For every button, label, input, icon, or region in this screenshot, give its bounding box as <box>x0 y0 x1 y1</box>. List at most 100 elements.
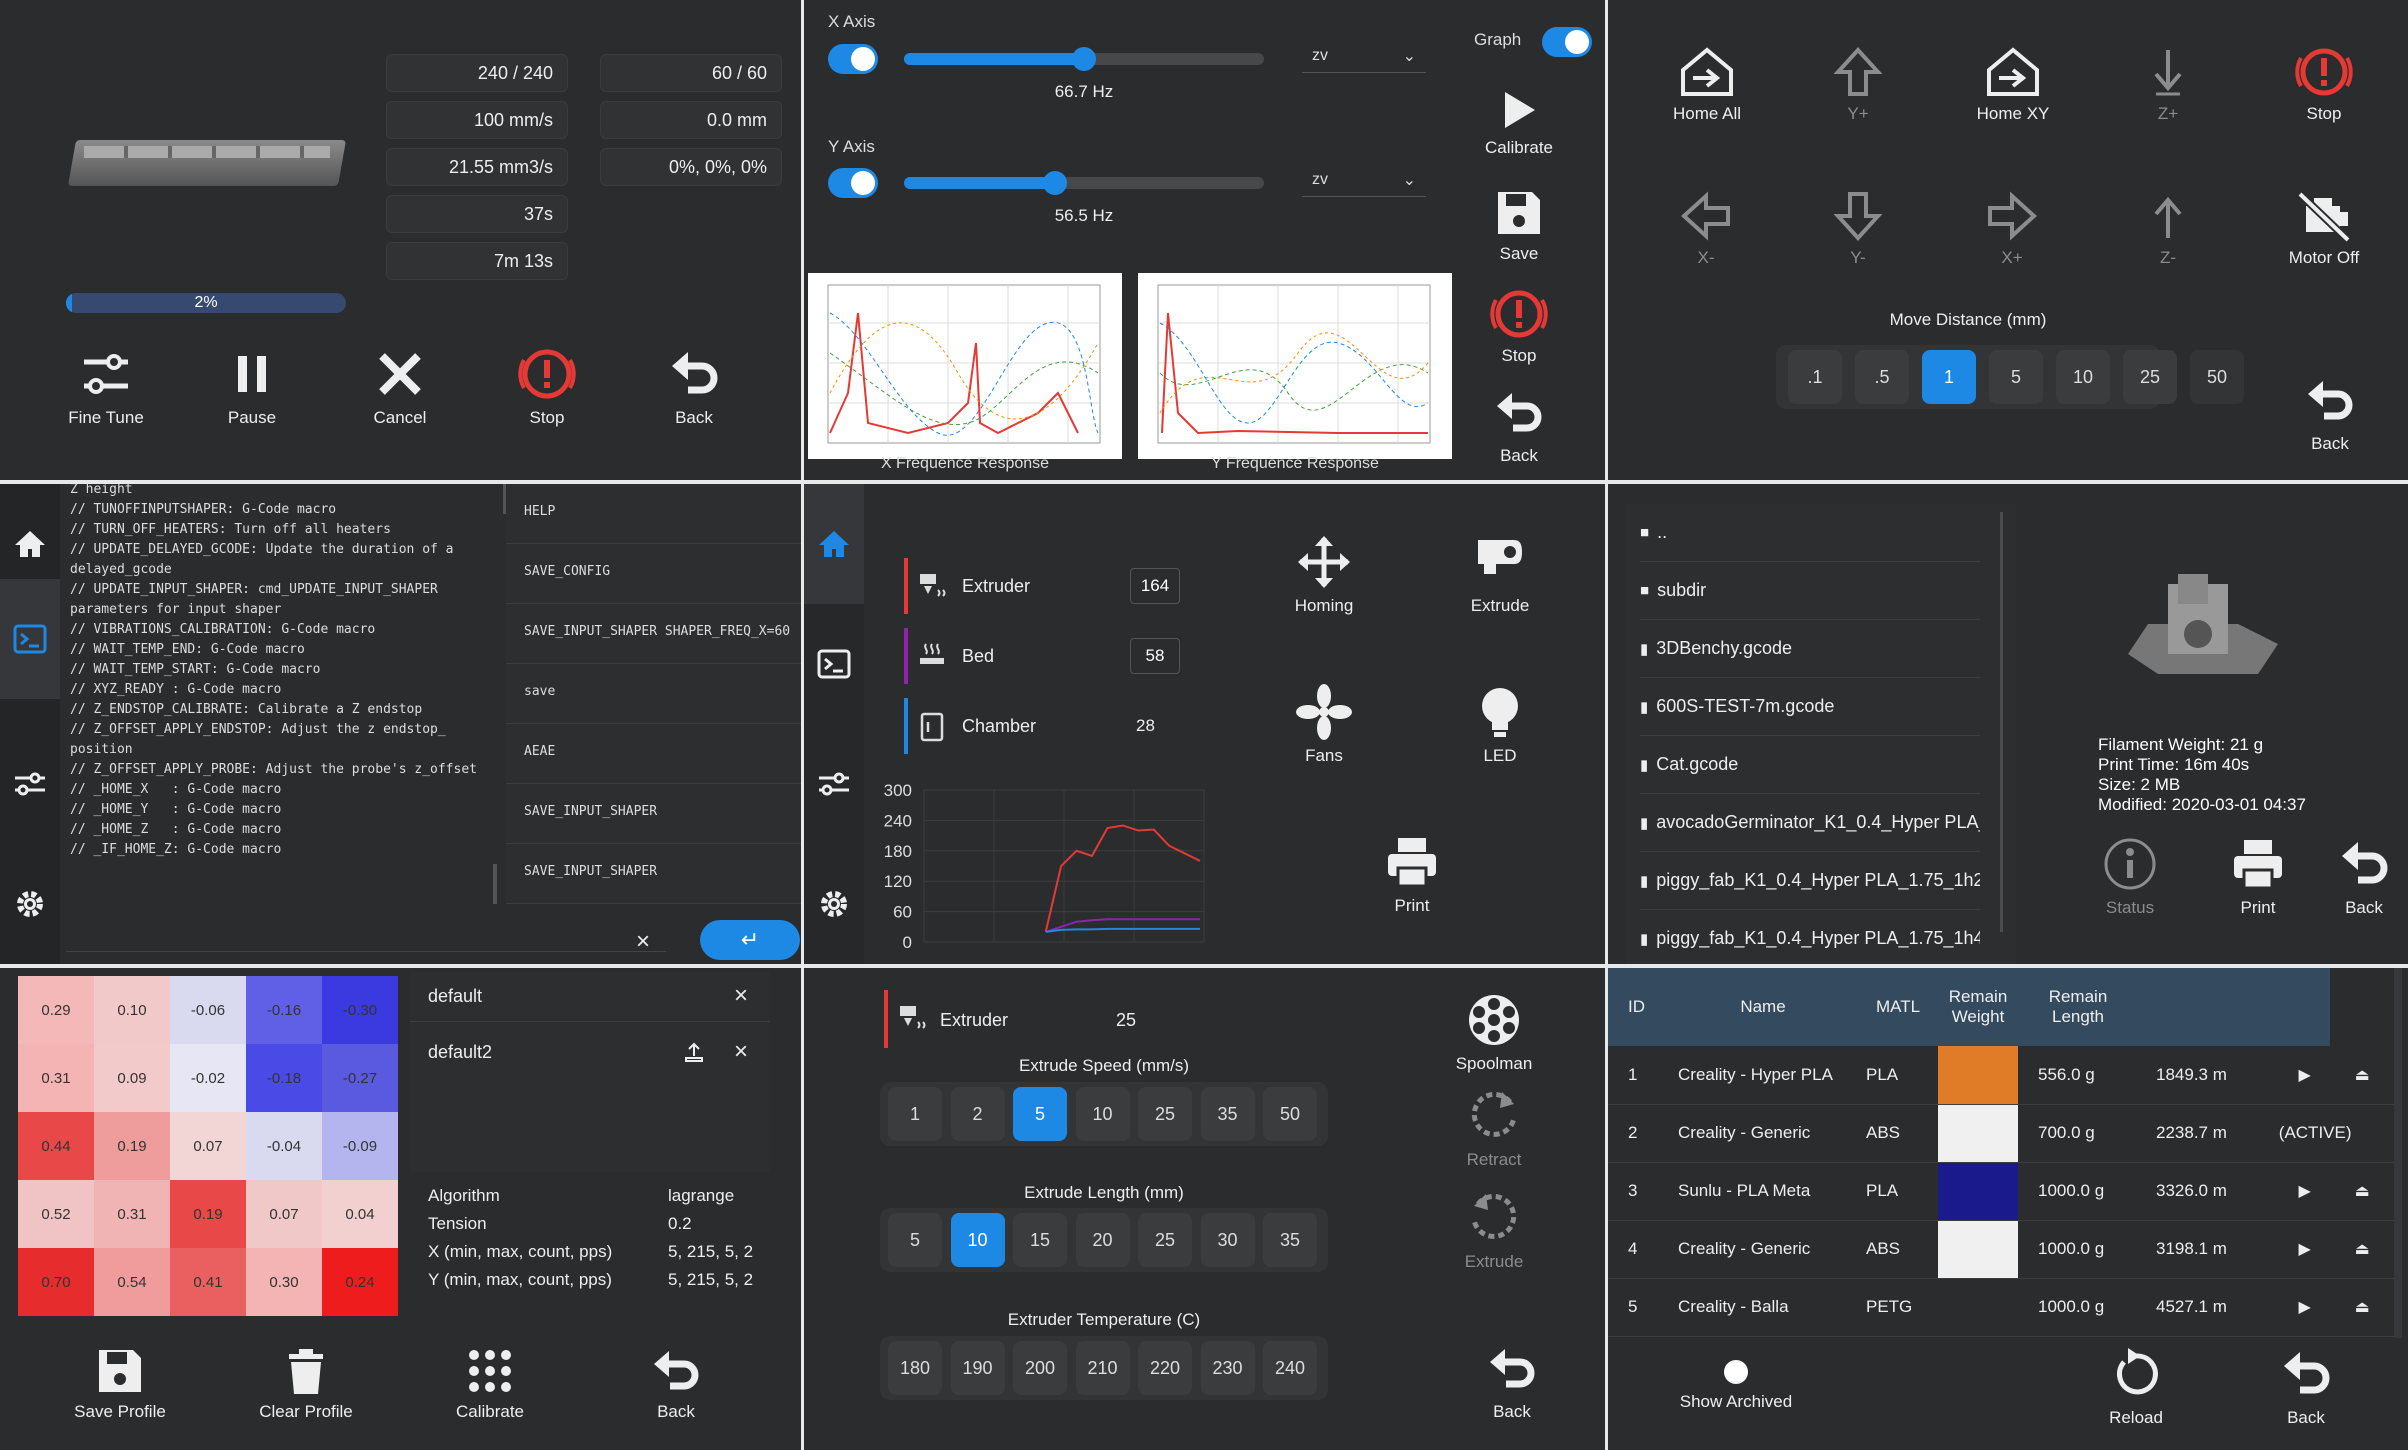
distance-5[interactable]: 5 <box>1989 350 2043 404</box>
distance-1[interactable]: 1 <box>1922 350 1976 404</box>
archive-icon[interactable]: ⏏ <box>2330 1220 2394 1279</box>
speed-option-50[interactable]: 50 <box>1263 1087 1317 1141</box>
temp-option-240[interactable]: 240 <box>1263 1341 1317 1395</box>
temp-option-220[interactable]: 220 <box>1138 1341 1192 1395</box>
extrude-button[interactable]: Extrude <box>1434 1190 1554 1272</box>
y-axis-toggle[interactable] <box>828 168 878 198</box>
file-list-scrollbar[interactable] <box>2000 512 2003 932</box>
sidebar-item-home[interactable] <box>0 509 60 579</box>
play-icon[interactable]: ▶ <box>2278 1046 2331 1105</box>
move-y-plus-button[interactable]: Y+ <box>1808 46 1908 124</box>
speed-option-5[interactable]: 5 <box>1013 1087 1067 1141</box>
temp-option-230[interactable]: 230 <box>1200 1341 1255 1395</box>
sidebar-item-console[interactable] <box>804 629 864 699</box>
home-all-button[interactable]: Home All <box>1652 46 1762 124</box>
temp-option-200[interactable]: 200 <box>1013 1341 1067 1395</box>
file-item[interactable]: ▮ piggy_fab_K1_0.4_Hyper PLA_1.75_1h46m <box>1640 910 1980 964</box>
history-item[interactable]: SAVE_INPUT_SHAPER SHAPER_FREQ_X=60 <box>506 604 801 664</box>
print-button[interactable]: Print <box>2208 836 2308 918</box>
history-item[interactable]: HELP <box>506 484 801 544</box>
back-button[interactable]: Back <box>2256 1346 2356 1428</box>
table-row[interactable]: 4 Creality - Generic ABS 1000.0 g 3198.1 m ▶ ⏏ <box>1608 1220 2394 1279</box>
back-button[interactable]: Back <box>636 1346 716 1422</box>
table-row[interactable]: 2 Creality - Generic ABS 700.0 g 2238.7 m (AC… <box>1608 1104 2394 1163</box>
speed-option-35[interactable]: 35 <box>1200 1087 1255 1141</box>
speed-option-1[interactable]: 1 <box>888 1087 942 1141</box>
file-item[interactable]: ▮ avocadoGerminator_K1_0.4_Hyper PLA_1.7 <box>1640 794 1980 852</box>
distance-0.1[interactable]: .1 <box>1788 350 1842 404</box>
clear-icon[interactable]: × <box>636 928 650 956</box>
move-y-minus-button[interactable]: Y- <box>1808 190 1908 268</box>
folder-item[interactable]: ■ subdir <box>1640 562 1980 620</box>
motor-off-button[interactable]: Motor Off <box>2274 190 2374 268</box>
length-option-15[interactable]: 15 <box>1013 1213 1067 1267</box>
distance-10[interactable]: 10 <box>2056 350 2110 404</box>
table-row[interactable]: 3 Sunlu - PLA Meta PLA 1000.0 g 3326.0 m ▶ ⏏ <box>1608 1162 2394 1221</box>
file-item[interactable]: ▮ Cat.gcode <box>1640 736 1980 794</box>
move-z-minus-button[interactable]: Z- <box>2118 190 2218 268</box>
length-option-30[interactable]: 30 <box>1200 1213 1255 1267</box>
spool-table-scrollbar[interactable] <box>2394 968 2402 1338</box>
back-button[interactable]: Back <box>2324 836 2404 918</box>
close-icon[interactable]: × <box>734 1038 748 1066</box>
command-input[interactable] <box>66 908 666 952</box>
back-button[interactable]: Back <box>2290 376 2370 454</box>
heater-bed[interactable]: Bed 58 <box>904 628 1184 684</box>
stop-button[interactable]: Stop <box>1454 288 1584 366</box>
homing-button[interactable]: Homing <box>1264 534 1384 616</box>
fine-tune-button[interactable]: Fine Tune <box>56 346 156 428</box>
heater-extruder[interactable]: Extruder 164 <box>904 558 1184 614</box>
move-x-minus-button[interactable]: X- <box>1656 190 1756 268</box>
move-z-plus-button[interactable]: Z+ <box>2118 46 2218 124</box>
file-item[interactable]: ▮ 3DBenchy.gcode <box>1640 620 1980 678</box>
sidebar-item-home[interactable] <box>804 484 864 604</box>
play-icon[interactable]: ▶ <box>2278 1220 2331 1279</box>
move-x-plus-button[interactable]: X+ <box>1962 190 2062 268</box>
temp-option-210[interactable]: 210 <box>1075 1341 1130 1395</box>
bed-target-field[interactable]: 58 <box>1130 638 1180 674</box>
length-option-35[interactable]: 35 <box>1263 1213 1317 1267</box>
file-item[interactable]: ▮ 600S-TEST-7m.gcode <box>1640 678 1980 736</box>
history-item[interactable]: AEAE <box>506 724 801 784</box>
send-button[interactable]: ↵ <box>700 920 800 960</box>
back-button[interactable]: Back <box>654 346 734 428</box>
x-frequency-knob[interactable] <box>1072 47 1096 71</box>
profile-item-default[interactable]: default × <box>410 972 770 1022</box>
status-button[interactable]: Status <box>2080 836 2180 918</box>
length-option-5[interactable]: 5 <box>888 1213 942 1267</box>
play-icon[interactable]: ▶ <box>2278 1162 2331 1221</box>
temp-option-180[interactable]: 180 <box>888 1341 942 1395</box>
led-button[interactable]: LED <box>1440 684 1560 766</box>
y-frequency-knob[interactable] <box>1043 171 1068 195</box>
spoolman-button[interactable]: Spoolman <box>1434 992 1554 1074</box>
console-scrollbar-bottom[interactable] <box>493 864 497 904</box>
length-option-20[interactable]: 20 <box>1075 1213 1130 1267</box>
stop-button[interactable]: Stop <box>2274 46 2374 124</box>
file-item[interactable]: ▮ piggy_fab_K1_0.4_Hyper PLA_1.75_1h29m. <box>1640 852 1980 910</box>
profile-item-default2[interactable]: default2 × <box>410 1028 770 1078</box>
distance-0.5[interactable]: .5 <box>1855 350 1909 404</box>
distance-50[interactable]: 50 <box>2190 350 2244 404</box>
y-frequency-slider[interactable] <box>904 171 1264 195</box>
temp-option-190[interactable]: 190 <box>950 1341 1005 1395</box>
pause-button[interactable]: Pause <box>212 346 292 428</box>
print-button[interactable]: Print <box>1352 834 1472 916</box>
speed-option-25[interactable]: 25 <box>1138 1087 1192 1141</box>
history-item[interactable]: save <box>506 664 801 724</box>
archive-icon[interactable]: ⏏ <box>2330 1046 2394 1105</box>
calibrate-button[interactable]: Calibrate <box>1454 88 1584 158</box>
length-option-25[interactable]: 25 <box>1138 1213 1192 1267</box>
history-item[interactable]: SAVE_INPUT_SHAPER <box>506 784 801 844</box>
clear-profile-button[interactable]: Clear Profile <box>246 1346 366 1422</box>
home-xy-button[interactable]: Home XY <box>1958 46 2068 124</box>
table-row[interactable]: 1 Creality - Hyper PLA PLA 556.0 g 1849.3 m ▶… <box>1608 1046 2394 1105</box>
x-frequency-slider[interactable] <box>904 47 1264 71</box>
sidebar-item-settings[interactable] <box>0 869 60 939</box>
reload-button[interactable]: Reload <box>2086 1346 2186 1428</box>
back-button[interactable]: Back <box>1472 1344 1552 1422</box>
sidebar-item-tune[interactable] <box>0 749 60 819</box>
extrude-button[interactable]: Extrude <box>1440 534 1560 616</box>
archive-icon[interactable]: ⏏ <box>2330 1278 2394 1337</box>
save-button[interactable]: Save <box>1454 188 1584 264</box>
close-icon[interactable]: × <box>734 982 748 1010</box>
